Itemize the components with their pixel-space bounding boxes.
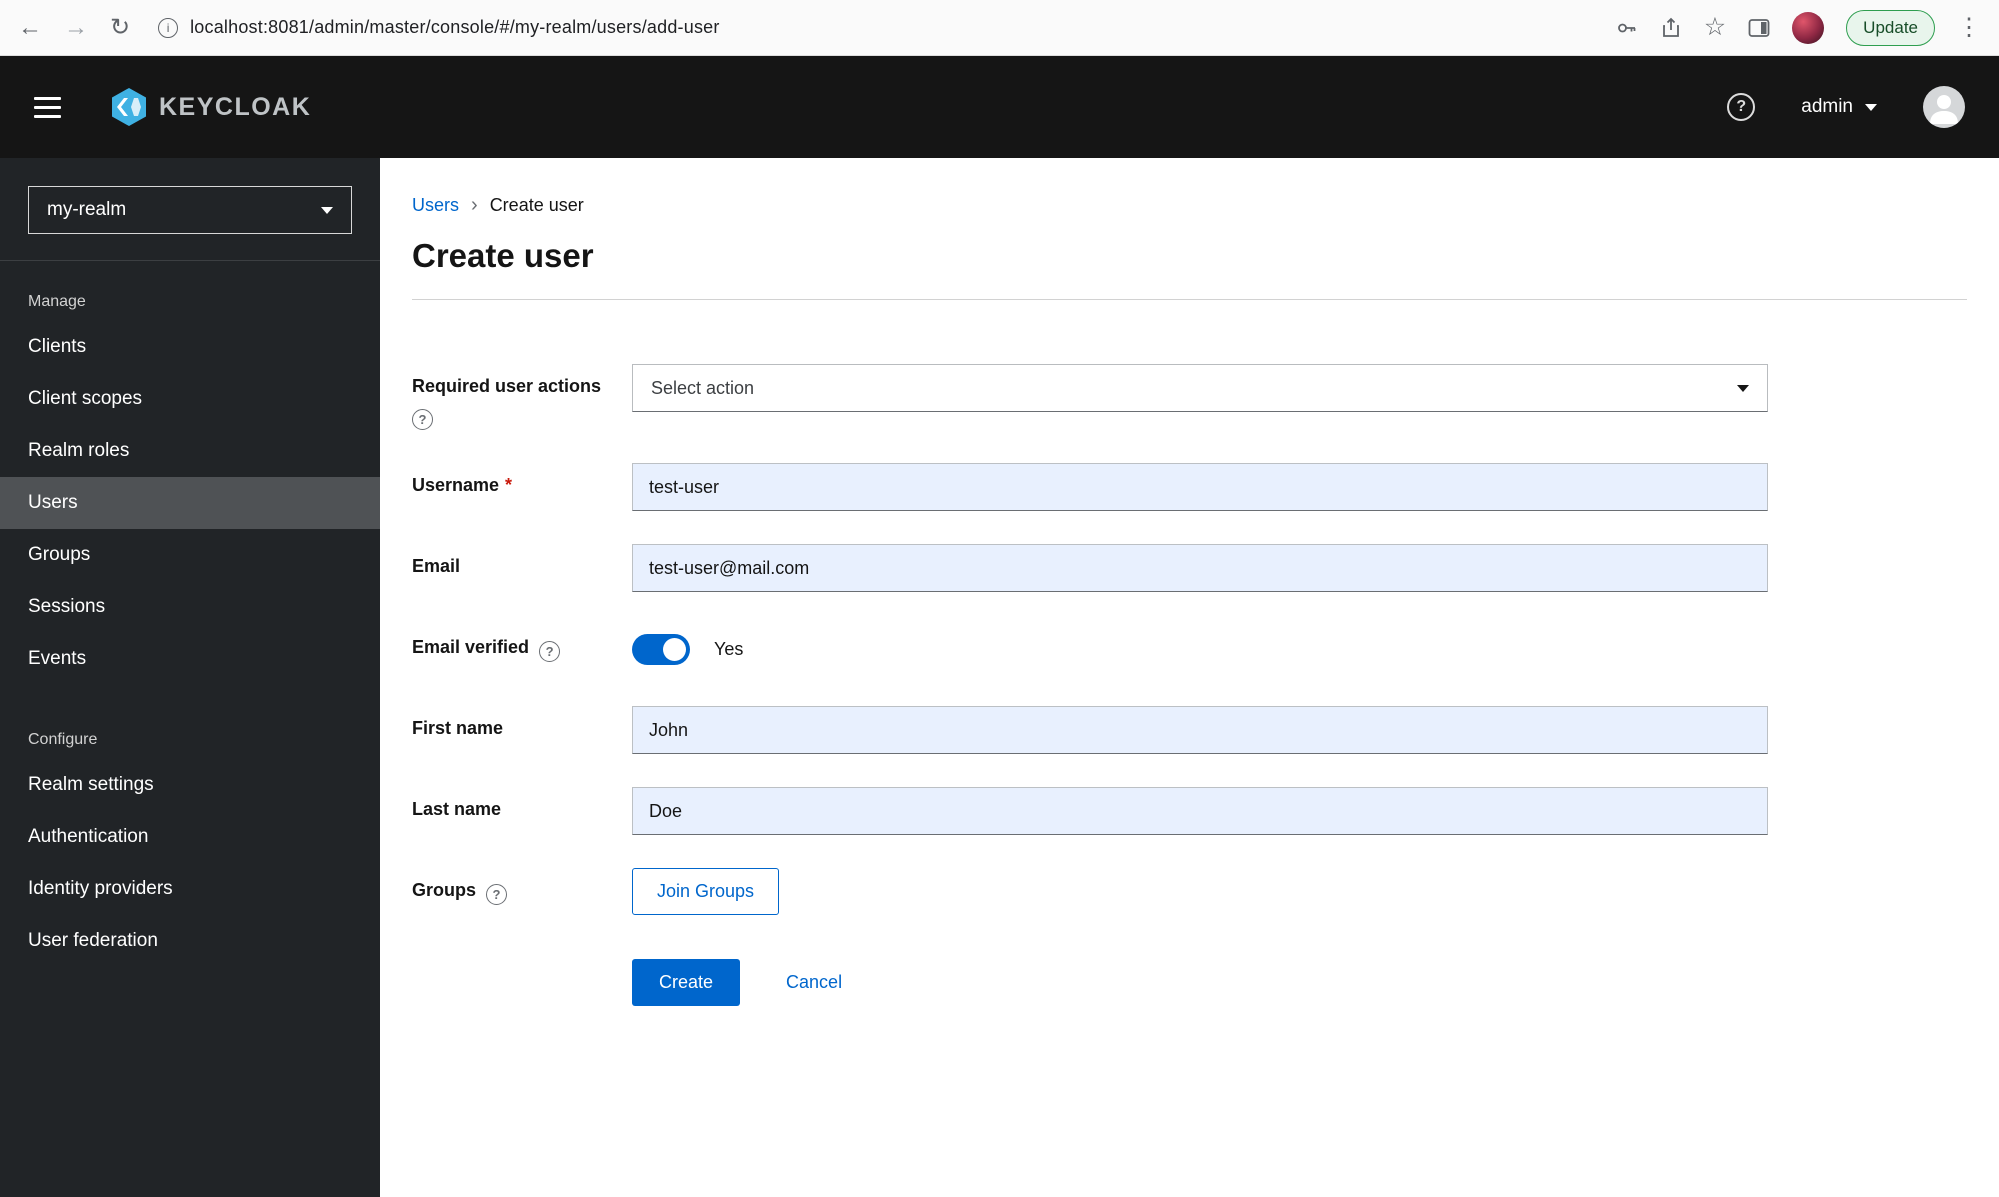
chevron-down-icon bbox=[1865, 103, 1877, 111]
user-dropdown-label: admin bbox=[1801, 96, 1853, 117]
breadcrumb-current: Create user bbox=[489, 195, 584, 215]
last-name-label-col: Last name bbox=[412, 787, 632, 835]
browser-toolbar: ← → ↻ i localhost:8081/admin/master/cons… bbox=[0, 0, 1999, 56]
sidebar-item-realm-settings[interactable]: Realm settings bbox=[0, 759, 380, 811]
email-verified-label-col: Email verified? bbox=[412, 625, 632, 673]
username-input[interactable] bbox=[632, 463, 1768, 511]
required-user-actions-select[interactable]: Select action bbox=[632, 364, 1768, 412]
breadcrumb-separator-icon: › bbox=[471, 194, 478, 216]
user-dropdown[interactable]: admin bbox=[1801, 96, 1877, 118]
help-icon[interactable]: ? bbox=[1727, 93, 1756, 121]
groups-label-col: Groups? bbox=[412, 868, 632, 915]
toggle-knob bbox=[663, 637, 686, 661]
sidebar: my-realm Manage Clients Client scopes Re… bbox=[0, 158, 380, 1197]
username-label: Username bbox=[412, 475, 500, 495]
password-key-icon[interactable] bbox=[1616, 17, 1638, 39]
user-avatar[interactable] bbox=[1923, 86, 1965, 128]
required-user-actions-row: Required user actions ? Select action bbox=[412, 364, 1967, 430]
browser-profile-avatar[interactable] bbox=[1792, 11, 1825, 44]
realm-selector-value: my-realm bbox=[47, 199, 127, 220]
required-marker: * bbox=[505, 475, 513, 495]
nav-toggle-icon[interactable] bbox=[34, 96, 61, 118]
create-user-form: Required user actions ? Select action Us… bbox=[412, 364, 1967, 1066]
breadcrumb: Users › Create user bbox=[412, 194, 1967, 217]
first-name-row: First name bbox=[412, 706, 1967, 754]
bookmark-star-icon[interactable]: ☆ bbox=[1704, 15, 1726, 40]
form-actions: Create Cancel bbox=[632, 959, 1967, 1066]
forward-icon[interactable]: → bbox=[64, 15, 88, 40]
email-verified-state: Yes bbox=[714, 638, 744, 659]
screen: ← → ↻ i localhost:8081/admin/master/cons… bbox=[0, 0, 1999, 1197]
email-label: Email bbox=[412, 556, 461, 576]
username-row: Username * bbox=[412, 463, 1967, 511]
keycloak-logo: KEYCLOAK bbox=[107, 85, 311, 129]
browser-update-button[interactable]: Update bbox=[1846, 9, 1935, 46]
groups-label: Groups bbox=[412, 880, 477, 900]
required-user-actions-help-icon[interactable]: ? bbox=[412, 409, 433, 430]
share-icon[interactable] bbox=[1660, 17, 1682, 39]
cancel-button[interactable]: Cancel bbox=[786, 972, 842, 993]
sidebar-nav: Manage Clients Client scopes Realm roles… bbox=[0, 261, 380, 967]
first-name-label: First name bbox=[412, 718, 504, 738]
realm-selector[interactable]: my-realm bbox=[28, 186, 352, 234]
site-info-icon[interactable]: i bbox=[158, 17, 179, 38]
sidebar-item-identity-providers[interactable]: Identity providers bbox=[0, 863, 380, 915]
email-verified-label: Email verified bbox=[412, 637, 530, 657]
page-title: Create user bbox=[412, 237, 594, 274]
url-text[interactable]: localhost:8081/admin/master/console/#/my… bbox=[190, 17, 719, 38]
chevron-down-icon bbox=[321, 206, 333, 214]
sidebar-item-sessions[interactable]: Sessions bbox=[0, 581, 380, 633]
groups-help-icon[interactable]: ? bbox=[486, 884, 508, 905]
address-bar[interactable]: i localhost:8081/admin/master/console/#/… bbox=[158, 17, 1596, 38]
last-name-input[interactable] bbox=[632, 787, 1768, 835]
sidebar-item-groups[interactable]: Groups bbox=[0, 529, 380, 581]
sidebar-item-realm-roles[interactable]: Realm roles bbox=[0, 425, 380, 477]
email-verified-help-icon[interactable]: ? bbox=[539, 641, 561, 662]
username-label-col: Username * bbox=[412, 463, 632, 511]
email-label-col: Email bbox=[412, 544, 632, 592]
create-button[interactable]: Create bbox=[632, 959, 741, 1006]
browser-menu-icon[interactable]: ⋮ bbox=[1957, 13, 1981, 42]
sidebar-item-user-federation[interactable]: User federation bbox=[0, 915, 380, 967]
email-input[interactable] bbox=[632, 544, 1768, 592]
realm-selector-container: my-realm bbox=[0, 158, 380, 261]
browser-actions: ☆ Update ⋮ bbox=[1616, 9, 1981, 46]
reload-icon[interactable]: ↻ bbox=[110, 15, 130, 40]
chevron-down-icon bbox=[1737, 384, 1749, 392]
email-row: Email bbox=[412, 544, 1967, 592]
email-verified-toggle[interactable] bbox=[632, 633, 690, 665]
sidebar-item-events[interactable]: Events bbox=[0, 633, 380, 685]
nav-section-configure: Configure bbox=[28, 731, 98, 748]
brand-name: KEYCLOAK bbox=[159, 92, 312, 121]
sidebar-item-users[interactable]: Users bbox=[0, 477, 380, 529]
first-name-input[interactable] bbox=[632, 706, 1768, 754]
join-groups-button[interactable]: Join Groups bbox=[632, 868, 780, 915]
last-name-label: Last name bbox=[412, 799, 502, 819]
sidebar-item-clients[interactable]: Clients bbox=[0, 321, 380, 373]
last-name-row: Last name bbox=[412, 787, 1967, 835]
keycloak-logo-icon bbox=[107, 85, 151, 129]
email-verified-row: Email verified? Yes bbox=[412, 625, 1967, 673]
back-icon[interactable]: ← bbox=[18, 15, 42, 40]
required-user-actions-label-col: Required user actions ? bbox=[412, 364, 632, 430]
title-divider bbox=[412, 299, 1967, 300]
first-name-label-col: First name bbox=[412, 706, 632, 754]
side-panel-icon[interactable] bbox=[1748, 18, 1770, 38]
required-user-actions-select-value: Select action bbox=[651, 377, 755, 398]
header-right: ? admin bbox=[1727, 86, 1965, 128]
breadcrumb-users-link[interactable]: Users bbox=[412, 195, 459, 216]
required-user-actions-label: Required user actions bbox=[412, 376, 602, 396]
groups-row: Groups? Join Groups bbox=[412, 868, 1967, 915]
sidebar-item-authentication[interactable]: Authentication bbox=[0, 811, 380, 863]
main-content: Users › Create user Create user Required… bbox=[380, 158, 1999, 1197]
app-header: KEYCLOAK ? admin bbox=[0, 56, 1999, 158]
nav-section-manage: Manage bbox=[28, 293, 86, 310]
sidebar-item-client-scopes[interactable]: Client scopes bbox=[0, 373, 380, 425]
